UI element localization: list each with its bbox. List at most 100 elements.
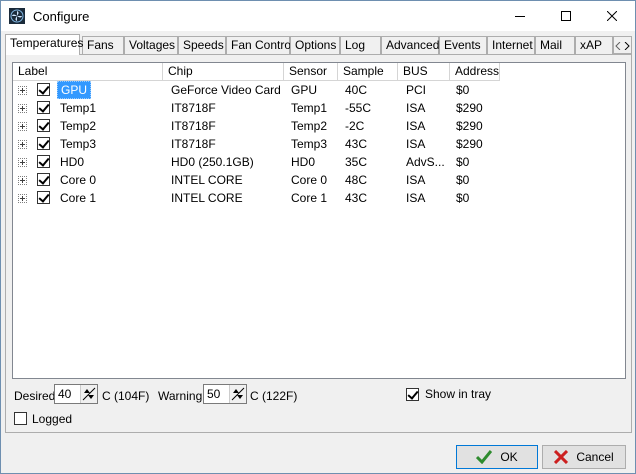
tab-advanced[interactable]: Advanced <box>381 36 439 54</box>
column-header-address[interactable]: Address <box>450 63 500 81</box>
row-checkbox[interactable] <box>37 119 50 132</box>
logged-checkbox[interactable] <box>14 412 27 425</box>
table-row[interactable]: Core 1 INTEL CORE Core 1 43C ISA $0 <box>13 189 625 207</box>
row-sample: 43C <box>345 191 368 205</box>
row-checkbox[interactable] <box>37 83 50 96</box>
list-header: Label Chip Sensor Sample BUS Address <box>13 63 625 81</box>
row-label[interactable]: Core 0 <box>57 171 99 189</box>
row-sample: 43C <box>345 137 368 151</box>
row-label[interactable]: GPU <box>57 81 92 99</box>
sensor-list[interactable]: Label Chip Sensor Sample BUS Address GPU… <box>12 62 626 379</box>
ok-button-label: OK <box>500 450 518 464</box>
row-checkbox[interactable] <box>37 173 50 186</box>
row-chip: IT8718F <box>171 101 216 115</box>
row-label[interactable]: Temp3 <box>57 135 99 153</box>
expand-plus-icon[interactable] <box>18 194 27 203</box>
warning-unit: C (122F) <box>250 389 298 403</box>
cancel-button[interactable]: Cancel <box>542 445 626 469</box>
table-row[interactable]: GPU GeForce Video Card GPU 40C PCI $0 <box>13 81 625 99</box>
column-header-sensor[interactable]: Sensor <box>284 63 338 81</box>
row-address: $0 <box>456 155 470 169</box>
tab-voltages[interactable]: Voltages <box>124 36 178 54</box>
row-bus: ISA <box>406 191 426 205</box>
ok-button[interactable]: OK <box>456 445 538 469</box>
desired-value[interactable]: 40 <box>58 387 71 401</box>
row-bus: ISA <box>406 173 426 187</box>
table-row[interactable]: Temp3 IT8718F Temp3 43C ISA $290 <box>13 135 625 153</box>
spin-arrows-icon[interactable] <box>229 385 246 403</box>
row-address: $0 <box>456 191 470 205</box>
tab-mail[interactable]: Mail <box>535 36 575 54</box>
tab-events[interactable]: Events <box>439 36 487 54</box>
row-chip: IT8718F <box>171 137 216 151</box>
row-bus: AdvS... <box>406 155 445 169</box>
row-bus: ISA <box>406 137 426 151</box>
row-chip: IT8718F <box>171 119 216 133</box>
maximize-icon <box>561 11 571 21</box>
row-label[interactable]: Temp2 <box>57 117 99 135</box>
row-address: $0 <box>456 173 470 187</box>
column-header-bus[interactable]: BUS <box>398 63 450 81</box>
tab-xap[interactable]: xAP <box>575 36 613 54</box>
row-sensor: GPU <box>291 83 318 97</box>
table-row[interactable]: Core 0 INTEL CORE Core 0 48C ISA $0 <box>13 171 625 189</box>
row-checkbox[interactable] <box>37 191 50 204</box>
row-sample: -2C <box>345 119 365 133</box>
warning-value[interactable]: 50 <box>207 387 220 401</box>
row-checkbox[interactable] <box>37 137 50 150</box>
tab-internet[interactable]: Internet <box>487 36 535 54</box>
row-chip: INTEL CORE <box>171 173 243 187</box>
table-row[interactable]: HD0 HD0 (250.1GB) HD0 35C AdvS... $0 <box>13 153 625 171</box>
column-header-sample[interactable]: Sample <box>338 63 398 81</box>
chevron-right-icon <box>624 42 630 50</box>
row-sensor: Core 1 <box>291 191 328 205</box>
row-sample: 35C <box>345 155 368 169</box>
row-bus: ISA <box>406 101 426 115</box>
table-row[interactable]: Temp2 IT8718F Temp2 -2C ISA $290 <box>13 117 625 135</box>
red-x-icon <box>554 450 569 464</box>
row-address: $0 <box>456 83 470 97</box>
column-header-chip[interactable]: Chip <box>163 63 284 81</box>
expand-plus-icon[interactable] <box>18 86 27 95</box>
maximize-button[interactable] <box>543 1 589 31</box>
warning-spinner[interactable]: 50 <box>203 384 247 404</box>
expand-plus-icon[interactable] <box>18 158 27 167</box>
tab-strip: Temperatures Fans Voltages Speeds Fan Co… <box>5 34 632 55</box>
expand-plus-icon[interactable] <box>18 140 27 149</box>
show-in-tray-label[interactable]: Show in tray <box>425 387 491 401</box>
row-chip: GeForce Video Card <box>171 83 281 97</box>
row-label[interactable]: HD0 <box>57 153 87 171</box>
minimize-button[interactable] <box>497 1 543 31</box>
expand-plus-icon[interactable] <box>18 176 27 185</box>
tab-log[interactable]: Log <box>340 36 381 54</box>
threshold-settings: Desired 40 C (104F) Warning 50 C (122F) … <box>12 379 626 431</box>
row-checkbox[interactable] <box>37 101 50 114</box>
row-label[interactable]: Core 1 <box>57 189 99 207</box>
row-address: $290 <box>456 119 483 133</box>
desired-unit: C (104F) <box>102 389 150 403</box>
row-checkbox[interactable] <box>37 155 50 168</box>
tab-fan-control[interactable]: Fan Control <box>226 36 294 54</box>
desired-spinner[interactable]: 40 <box>54 384 98 404</box>
row-label[interactable]: Temp1 <box>57 99 99 117</box>
app-fan-icon <box>9 8 25 24</box>
checkmark-icon <box>476 450 493 464</box>
table-row[interactable]: Temp1 IT8718F Temp1 -55C ISA $290 <box>13 99 625 117</box>
tab-temperatures[interactable]: Temperatures <box>5 34 83 55</box>
tab-options[interactable]: Options <box>290 36 340 54</box>
close-button[interactable] <box>589 1 635 31</box>
window-title: Configure <box>33 9 90 24</box>
column-header-label[interactable]: Label <box>13 63 163 81</box>
expand-plus-icon[interactable] <box>18 122 27 131</box>
row-sensor: Temp3 <box>291 137 328 151</box>
tab-fans[interactable]: Fans <box>82 36 124 54</box>
spin-arrows-icon[interactable] <box>80 385 97 403</box>
close-icon <box>607 11 617 21</box>
row-sensor: HD0 <box>291 155 316 169</box>
logged-label[interactable]: Logged <box>32 412 72 426</box>
tab-scroll-buttons[interactable] <box>613 36 632 54</box>
expand-plus-icon[interactable] <box>18 104 27 113</box>
tab-speeds[interactable]: Speeds <box>178 36 226 54</box>
show-in-tray-checkbox[interactable] <box>406 388 419 401</box>
row-sample: 48C <box>345 173 368 187</box>
